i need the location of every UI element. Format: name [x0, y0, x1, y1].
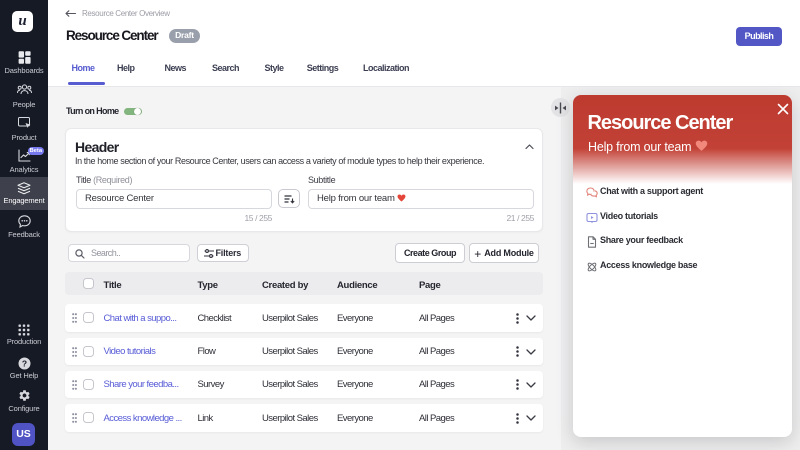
svg-text:?: ? — [21, 358, 26, 368]
